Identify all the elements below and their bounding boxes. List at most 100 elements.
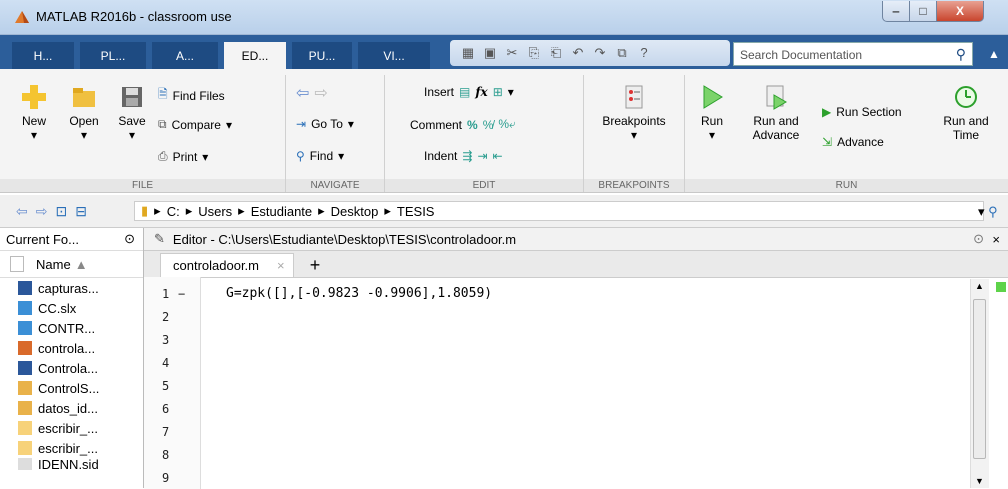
layout-icon[interactable]: ▦ [460,45,476,61]
tab-publish[interactable]: PU... [292,42,352,69]
line-number: 6 [162,402,170,416]
editor-menu-icon[interactable]: ⊙ [973,231,984,247]
search-documentation-input[interactable]: Search Documentation ⚲ [733,42,973,66]
save-label: Save [118,114,146,128]
file-list-item[interactable]: CC.slx [0,298,143,318]
tab-editor[interactable]: ED... [224,42,286,69]
scrollbar-thumb[interactable] [973,299,986,459]
forward-icon[interactable]: ⇨ [36,203,48,220]
pane-menu-icon[interactable]: ⊙ [124,231,135,247]
code-line[interactable]: G=zpk([],[-0.9823 -0.9906],1.8059) [226,286,492,301]
run-icon [703,85,723,109]
separator [684,75,685,192]
find-files-label: Find Files [172,88,225,103]
file-list-item[interactable]: datos_id... [0,398,143,418]
file-name: CC.slx [38,300,77,316]
new-tab-button[interactable]: + [302,253,328,277]
run-and-time-button[interactable]: Run and Time [938,83,994,142]
current-folder-title: Current Fo... [6,231,79,247]
file-name: escribir_... [38,420,98,436]
search-icon[interactable]: ⚲ [956,46,966,63]
path-segment[interactable]: TESIS [397,204,435,219]
path-tail-controls: ▾ ⚲ [978,204,998,220]
new-icon [22,85,46,109]
indent-button[interactable]: Indent ⇶ ⇥ ⇤ [424,149,503,163]
vertical-scrollbar[interactable]: ▲ ▼ [970,279,989,488]
switch-windows-icon[interactable]: ⧉ [614,45,630,61]
redo-icon[interactable]: ↷ [592,45,608,61]
find-files-icon: 🗎 [158,87,168,101]
copy-icon[interactable]: ⎘ [526,45,542,61]
print-button[interactable]: ⎙ Print ▾ [158,149,208,164]
mat-file-icon [18,381,32,395]
tab-view[interactable]: VI... [358,42,430,69]
back-icon[interactable]: ⇦ [16,203,28,220]
scroll-down-icon[interactable]: ▼ [975,476,984,486]
breakpoints-label: Breakpoints [602,114,666,128]
editor-tab[interactable]: controladoor.m × [160,253,294,277]
file-name: IDENN.sid [38,458,99,470]
scroll-up-icon[interactable]: ▲ [975,281,984,291]
advance-button[interactable]: ⇲ Advance [822,135,884,149]
find-files-button[interactable]: 🗎 Find Files [158,85,225,106]
code-analyzer-status-icon[interactable] [996,282,1006,292]
find-button[interactable]: ⚲ Find ▾ [296,149,344,163]
run-and-time-icon [955,86,977,108]
close-editor-icon[interactable]: × [992,232,1000,247]
run-section-button[interactable]: ▶ Run Section [822,105,902,119]
tab-plots[interactable]: PL... [80,42,146,69]
browse-folder-icon[interactable]: ⊟ [75,203,87,220]
file-list-item[interactable]: Controla... [0,358,143,378]
cut-icon[interactable]: ✂ [504,45,520,61]
close-button[interactable]: X [936,1,984,22]
back-forward-buttons[interactable]: ⇦ ⇨ [296,83,328,103]
file-list-item[interactable]: controla... [0,338,143,358]
insert-button[interactable]: Insert ▤ fx ⊞ ▾ [424,85,514,99]
help-icon[interactable]: ? [636,45,652,61]
path-segment[interactable]: C: [167,204,180,219]
new-button[interactable]: New ▾ [12,83,56,142]
file-list-item[interactable]: CONTR... [0,318,143,338]
search-folder-icon[interactable]: ⚲ [988,204,998,219]
tab-apps[interactable]: A... [152,42,218,69]
file-list-item[interactable]: IDENN.sid [0,458,143,470]
comment-button[interactable]: Comment% %̸ %⤶ [410,117,516,132]
quick-access-toolbar: ▦ ▣ ✂ ⎘ ⎗ ↶ ↷ ⧉ ? [450,40,730,66]
save-icon [122,87,142,107]
tab-home[interactable]: H... [12,42,74,69]
save-icon[interactable]: ▣ [482,45,498,61]
breakpoints-button[interactable]: Breakpoints ▾ [592,83,676,142]
maximize-button[interactable]: □ [909,1,937,22]
path-segment[interactable]: Desktop [331,204,379,219]
line-number-gutter: 1 − 2 3 4 5 6 7 8 9 [144,277,201,489]
advance-label: Advance [837,135,884,149]
file-list-item[interactable]: capturas... [0,278,143,298]
path-segment[interactable]: Users [198,204,232,219]
run-button[interactable]: Run ▾ [690,83,734,142]
toolstrip-tabs: H... PL... A... ED... PU... VI... ▦ ▣ ✂ … [0,35,1008,69]
paste-icon[interactable]: ⎗ [548,45,564,61]
file-list-item[interactable]: escribir_... [0,438,143,458]
collapse-toolstrip-icon[interactable]: ▲ [988,47,1000,61]
compare-button[interactable]: ⧉ Compare ▾ [158,117,232,132]
name-column-header[interactable]: Name ▲ [0,251,143,278]
word-doc-icon [18,361,32,375]
go-to-icon: ⇥ [296,117,307,131]
minimize-button[interactable]: ‒ [882,1,910,22]
up-folder-icon[interactable]: ⊡ [55,203,67,220]
dropdown-icon[interactable]: ▾ [978,204,985,219]
file-list-item[interactable]: escribir_... [0,418,143,438]
undo-icon[interactable]: ↶ [570,45,586,61]
close-tab-icon[interactable]: × [277,258,285,273]
go-to-button[interactable]: ⇥ Go To ▾ [296,117,354,131]
current-folder-path[interactable]: ▮ ▸ C: ▸ Users ▸ Estudiante ▸ Desktop ▸ TESIS [134,201,984,221]
file-icon [18,458,32,470]
open-button[interactable]: Open ▾ [62,83,106,142]
folder-icon [73,88,95,107]
path-segment[interactable]: Estudiante [251,204,312,219]
fig-icon [18,341,32,355]
function-icon [18,421,32,435]
run-and-advance-button[interactable]: Run and Advance [744,83,808,142]
save-button[interactable]: Save ▾ [112,83,152,142]
file-list-item[interactable]: ControlS... [0,378,143,398]
